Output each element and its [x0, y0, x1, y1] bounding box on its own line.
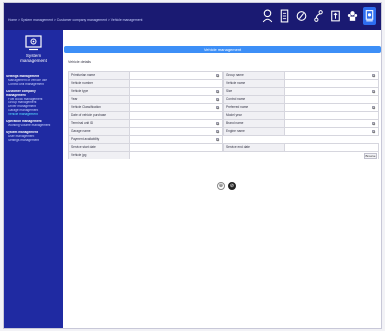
system-monitor-icon — [25, 35, 42, 51]
field-select[interactable] — [130, 136, 223, 143]
field-label: Control name — [223, 96, 285, 103]
field-select[interactable] — [130, 96, 223, 103]
sidebar-nav: Settings management Management of vehicle… — [4, 75, 63, 143]
field-select[interactable] — [130, 104, 223, 111]
export-icon[interactable] — [329, 7, 342, 25]
chevron-down-icon — [372, 106, 375, 109]
field-label: Vehicle jpg — [68, 152, 130, 159]
field-input[interactable] — [285, 96, 379, 103]
chevron-down-icon — [216, 98, 219, 101]
field-label: Size — [223, 88, 285, 95]
sidebar-item[interactable]: Settings management — [4, 139, 63, 143]
form-row: Date of vehicle purchase Model year — [68, 111, 379, 119]
form-row: Vehicle number Vehicle name — [68, 79, 379, 87]
page-title: Vehicle management — [64, 46, 381, 53]
chevron-down-icon — [216, 130, 219, 133]
form-row: Vehicle jpg Browse — [68, 151, 379, 159]
field-label: Model year — [223, 112, 285, 119]
field-input[interactable] — [130, 80, 223, 87]
breadcrumb: Home > System management > Customer comp… — [8, 18, 143, 22]
field-label: Service end date — [223, 144, 285, 151]
field-input[interactable] — [130, 112, 223, 119]
field-label: Garage name — [68, 128, 130, 135]
field-label: Group name — [223, 72, 285, 79]
vehicle-form: Primfuelan name Group name Vehicle number V… — [68, 71, 379, 159]
field-label: Vehicle number — [68, 80, 130, 87]
field-select[interactable] — [130, 128, 223, 135]
field-select[interactable] — [285, 88, 379, 95]
chevron-down-icon — [216, 138, 219, 141]
chevron-down-icon — [216, 90, 219, 93]
field-select[interactable] — [285, 120, 379, 127]
chevron-down-icon — [372, 74, 375, 77]
field-select[interactable] — [285, 72, 379, 79]
system-icon[interactable] — [363, 7, 376, 25]
system-management-label: System management — [4, 53, 63, 64]
field-label: Preferred name — [223, 104, 285, 111]
field-input[interactable] — [285, 80, 379, 87]
form-row: Year Control name — [68, 95, 379, 103]
field-label: Engine name — [223, 128, 285, 135]
form-row: Service start date Service end date — [68, 143, 379, 151]
field-label: Date of vehicle purchase — [68, 112, 130, 119]
system-management-header[interactable]: System management — [4, 30, 63, 72]
form-row: Vehicle Classification Preferred name — [68, 103, 379, 111]
form-row: Garage name Engine name — [68, 127, 379, 135]
document-icon[interactable] — [278, 7, 291, 25]
chevron-down-icon — [372, 122, 375, 125]
field-label: Vehicle name — [223, 80, 285, 87]
form-row: Vehicle type Size — [68, 87, 379, 95]
field-label: Year — [68, 96, 130, 103]
user-location-icon[interactable] — [261, 7, 274, 25]
system-label-line2: management — [20, 58, 47, 64]
field-label: Primfuelan name — [68, 72, 130, 79]
field-label: Vehicle type — [68, 88, 130, 95]
file-input[interactable]: Browse — [130, 152, 379, 159]
form-row: Payment availability — [68, 135, 379, 143]
compass-icon[interactable] — [295, 7, 308, 25]
field-select[interactable] — [130, 72, 223, 79]
field-label: Vehicle Classification — [68, 104, 130, 111]
sidebar: System management Settings management Man… — [4, 30, 63, 328]
main-content: Vehicle management Vehicle details Primf… — [63, 30, 381, 328]
field-label: Payment availability — [68, 136, 130, 143]
chevron-down-icon — [216, 122, 219, 125]
route-icon[interactable] — [312, 7, 325, 25]
field-input[interactable] — [285, 144, 379, 151]
save-button[interactable]: ⊕ — [217, 182, 225, 190]
field-select[interactable] — [285, 104, 379, 111]
section-title: Vehicle details — [68, 60, 91, 64]
browse-button[interactable]: Browse — [364, 152, 377, 159]
field-select[interactable] — [130, 120, 223, 127]
form-row: Terminal unit ID Brand name — [68, 119, 379, 127]
field-input[interactable] — [130, 144, 223, 151]
app-window: Home > System management > Customer comp… — [3, 2, 382, 329]
field-select[interactable] — [130, 88, 223, 95]
field-label: Terminal unit ID — [68, 120, 130, 127]
chevron-down-icon — [372, 130, 375, 133]
field-input[interactable] — [285, 112, 379, 119]
form-row: Primfuelan name Group name — [68, 71, 379, 79]
field-select[interactable] — [285, 128, 379, 135]
chevron-down-icon — [216, 106, 219, 109]
top-bar: Home > System management > Customer comp… — [4, 3, 381, 30]
cancel-button[interactable]: ⊘ — [228, 182, 236, 190]
field-label: Brand name — [223, 120, 285, 127]
form-actions: ⊕ ⊘ — [215, 182, 239, 191]
field-label: Service start date — [68, 144, 130, 151]
chevron-down-icon — [216, 74, 219, 77]
chevron-down-icon — [372, 90, 375, 93]
group-icon[interactable] — [346, 7, 359, 25]
